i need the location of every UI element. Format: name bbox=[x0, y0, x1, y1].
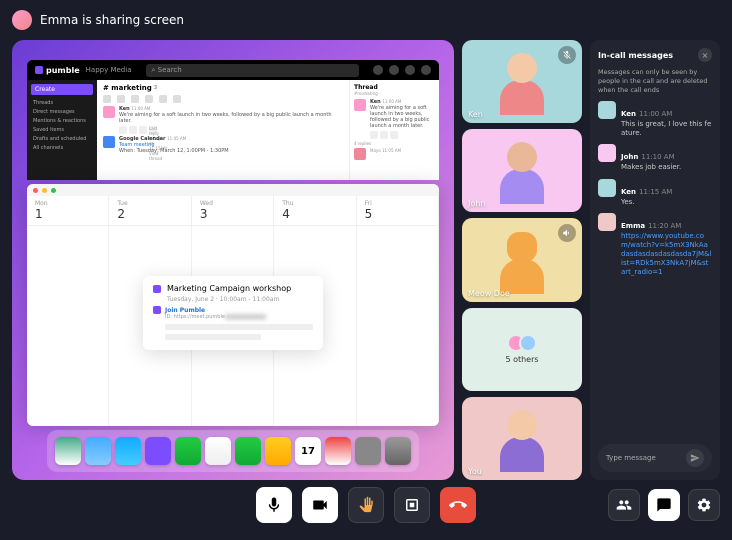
thread-panel: Thread #marketing Ken 11:00 AM We're aim… bbox=[349, 80, 439, 180]
dock-mail-icon[interactable] bbox=[205, 437, 231, 465]
dock-calendar-icon[interactable]: 17 bbox=[295, 437, 321, 465]
main-area: pumble Happy Media ⌕ Search Create Threa… bbox=[0, 40, 732, 480]
calendar-header: Mon1 Tue2 Wed3 Thu4 Fri5 bbox=[27, 196, 439, 226]
dock-trash-icon[interactable] bbox=[385, 437, 411, 465]
dock-facetime-icon[interactable] bbox=[235, 437, 261, 465]
calendar-body[interactable]: Marketing Campaign workshop Tuesday, Jun… bbox=[27, 226, 439, 426]
pumble-header: pumble Happy Media ⌕ Search bbox=[27, 60, 439, 80]
sharing-status: Emma is sharing screen bbox=[40, 13, 184, 27]
chat-message: Emma11:20 AMhttps://www.youtube.com/watc… bbox=[598, 213, 712, 277]
pumble-sidebar: Create Threads Direct messages Mentions … bbox=[27, 80, 97, 180]
avatar bbox=[598, 213, 616, 231]
search-input[interactable]: ⌕ Search bbox=[146, 64, 360, 77]
avatar bbox=[598, 179, 616, 197]
chat-message: John11:10 AMMakes job easier. bbox=[598, 144, 712, 172]
chat-message: Ken11:00 AMThis is great, I love this fe… bbox=[598, 101, 712, 138]
dock-notes-icon[interactable] bbox=[265, 437, 291, 465]
dock-safari-icon[interactable] bbox=[115, 437, 141, 465]
participants-grid: Ken John Meow Doe 5 others You bbox=[462, 40, 582, 480]
chat-panel: In-call messages × Messages can only be … bbox=[590, 40, 720, 480]
share-screen-button[interactable] bbox=[394, 487, 430, 523]
sidebar-item[interactable]: Direct messages bbox=[31, 107, 93, 116]
join-link[interactable]: Join Pumble bbox=[153, 306, 313, 314]
participant-tile[interactable]: Meow Doe bbox=[462, 218, 582, 301]
chat-message: Ken11:15 AMYes. bbox=[598, 179, 712, 207]
create-button[interactable]: Create bbox=[31, 84, 93, 95]
participant-tile[interactable]: John bbox=[462, 129, 582, 212]
camera-button[interactable] bbox=[302, 487, 338, 523]
avatar bbox=[103, 106, 115, 118]
speaker-icon bbox=[558, 224, 576, 242]
close-icon[interactable]: × bbox=[698, 48, 712, 62]
team-name: Happy Media bbox=[86, 66, 132, 74]
avatar bbox=[598, 101, 616, 119]
others-tile[interactable]: 5 others bbox=[462, 308, 582, 391]
close-icon[interactable] bbox=[33, 188, 38, 193]
pumble-app-window: pumble Happy Media ⌕ Search Create Threa… bbox=[27, 60, 439, 180]
presenter-avatar bbox=[12, 10, 32, 30]
topbar: Emma is sharing screen bbox=[0, 0, 732, 40]
channel-name: # marketing 3 bbox=[103, 84, 343, 92]
people-button[interactable] bbox=[608, 489, 640, 521]
minimize-icon[interactable] bbox=[42, 188, 47, 193]
avatar bbox=[354, 99, 366, 111]
pumble-logo: pumble bbox=[35, 66, 80, 75]
calendar-window: Mon1 Tue2 Wed3 Thu4 Fri5 Marketing Campa… bbox=[27, 184, 439, 426]
end-call-button[interactable] bbox=[440, 487, 476, 523]
message-input[interactable]: Type message bbox=[598, 444, 712, 472]
window-titlebar bbox=[27, 184, 439, 196]
participant-tile-self[interactable]: You bbox=[462, 397, 582, 480]
dock-finder-icon[interactable] bbox=[55, 437, 81, 465]
macos-dock: 17 bbox=[47, 430, 419, 472]
event-popup: Marketing Campaign workshop Tuesday, Jun… bbox=[143, 276, 323, 350]
chat-title: In-call messages bbox=[598, 51, 673, 60]
chat-button[interactable] bbox=[648, 489, 680, 521]
message: Ken 11:00 AM We're aiming for a soft lau… bbox=[103, 106, 343, 134]
sidebar-item[interactable]: All channels bbox=[31, 143, 93, 152]
link[interactable]: https://www.youtube.com/watch?v=k5mX3NkA… bbox=[621, 232, 712, 277]
mic-muted-icon bbox=[558, 46, 576, 64]
pumble-channel: # marketing 3 Ken 11:00 AM We're aiming … bbox=[97, 80, 349, 180]
dock-settings-icon[interactable] bbox=[355, 437, 381, 465]
sidebar-item[interactable]: Drafts and scheduled bbox=[31, 134, 93, 143]
raise-hand-button[interactable] bbox=[348, 487, 384, 523]
settings-button[interactable] bbox=[688, 489, 720, 521]
send-button[interactable] bbox=[686, 449, 704, 467]
chat-notice: Messages can only be seen by people in t… bbox=[598, 68, 712, 95]
call-controls bbox=[0, 480, 732, 530]
maximize-icon[interactable] bbox=[51, 188, 56, 193]
dock-pumble-icon[interactable] bbox=[145, 437, 171, 465]
participant-tile[interactable]: Ken bbox=[462, 40, 582, 123]
avatar bbox=[598, 144, 616, 162]
header-icons bbox=[373, 65, 431, 75]
sidebar-item[interactable]: Saved items bbox=[31, 125, 93, 134]
dock-music-icon[interactable] bbox=[325, 437, 351, 465]
dock-launchpad-icon[interactable] bbox=[85, 437, 111, 465]
dock-messages-icon[interactable] bbox=[175, 437, 201, 465]
avatar bbox=[103, 136, 115, 148]
screen-share: pumble Happy Media ⌕ Search Create Threa… bbox=[12, 40, 454, 480]
sidebar-item[interactable]: Mentions & reactions bbox=[31, 116, 93, 125]
message: Google Calendar 11:05 AM Team meeting Wh… bbox=[103, 136, 343, 154]
mic-button[interactable] bbox=[256, 487, 292, 523]
sidebar-item[interactable]: Threads bbox=[31, 98, 93, 107]
event-color-icon bbox=[153, 285, 161, 293]
